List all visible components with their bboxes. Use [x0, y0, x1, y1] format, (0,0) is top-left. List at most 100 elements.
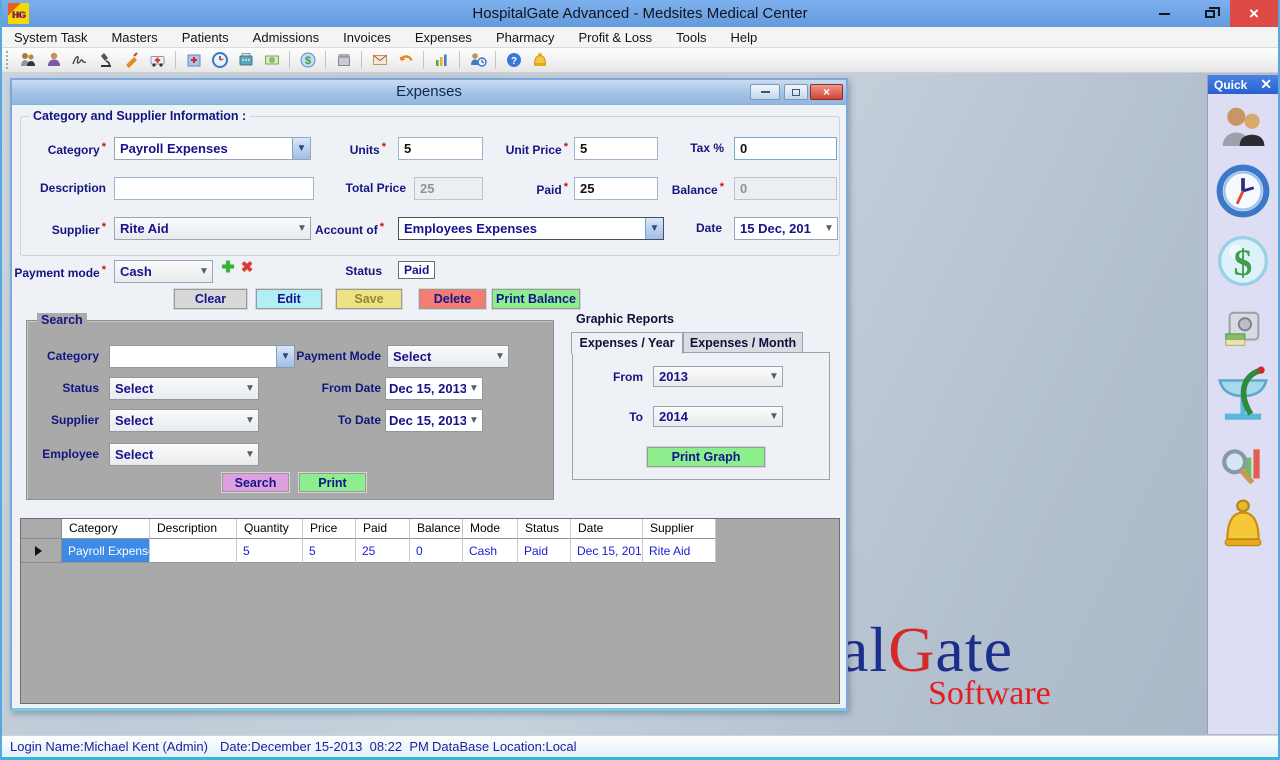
status-value: Paid [398, 261, 435, 279]
signature-icon[interactable] [69, 50, 90, 71]
injection-icon[interactable] [121, 50, 142, 71]
quick-close-icon[interactable]: ✕ [1260, 76, 1272, 93]
safe-icon[interactable] [1220, 307, 1266, 358]
fax-icon[interactable] [235, 50, 256, 71]
graph-to-combobox[interactable]: 2014▼ [653, 406, 783, 427]
medicine-box-icon[interactable] [333, 50, 354, 71]
row-selector-cell[interactable] [21, 539, 62, 563]
chevron-down-icon: ▼ [242, 415, 258, 426]
hospital-icon[interactable] [183, 50, 204, 71]
undo-icon[interactable] [395, 50, 416, 71]
search-from-date-combobox[interactable]: Dec 15, 2013▼ [385, 377, 483, 400]
patients-icon[interactable] [17, 50, 38, 71]
print-balance-button[interactable]: Print Balance [492, 289, 580, 309]
reports-icon[interactable] [1218, 441, 1268, 496]
mail-icon[interactable] [369, 50, 390, 71]
graph-from-combobox[interactable]: 2013▼ [653, 366, 783, 387]
chevron-down-icon: ▼ [292, 138, 310, 159]
bell-icon[interactable] [1216, 497, 1270, 560]
date-label: Date [672, 221, 722, 235]
schedule-icon[interactable] [467, 50, 488, 71]
patients-icon[interactable] [1216, 101, 1270, 160]
chevron-down-icon: ▼ [242, 449, 258, 460]
unit-price-label: Unit Price [494, 141, 568, 157]
menu-patients[interactable]: Patients [182, 30, 229, 45]
clock-icon[interactable] [209, 50, 230, 71]
save-button[interactable]: Save [336, 289, 402, 309]
total-price-label: Total Price [322, 181, 406, 195]
date-combobox[interactable]: 15 Dec, 201▼ [734, 217, 838, 240]
statusbar: Login Name:Michael Kent (Admin) Date:Dec… [2, 735, 1278, 760]
expenses-dialog: Expenses × Category and Supplier Informa… [10, 78, 848, 711]
paid-input[interactable] [574, 177, 658, 200]
chevron-down-icon: ▼ [645, 218, 663, 239]
menu-system-task[interactable]: System Task [14, 30, 87, 45]
menu-expenses[interactable]: Expenses [415, 30, 472, 45]
payment-mode-combobox[interactable]: Cash▼ [114, 260, 213, 283]
chevron-down-icon: ▼ [492, 351, 508, 362]
svg-text:$: $ [1234, 243, 1253, 284]
dialog-maximize-button[interactable] [784, 84, 808, 100]
tab-expenses-month[interactable]: Expenses / Month [683, 332, 803, 353]
tax-input[interactable] [734, 137, 837, 160]
chevron-down-icon: ▼ [294, 223, 310, 234]
payment-icon[interactable] [261, 50, 282, 71]
ambulance-icon[interactable] [147, 50, 168, 71]
add-payment-mode-icon[interactable]: ✚ [220, 260, 236, 276]
graphic-reports-title: Graphic Reports [576, 312, 674, 326]
help-icon[interactable]: ? [503, 50, 524, 71]
units-input[interactable] [398, 137, 483, 160]
search-category-combobox[interactable]: ▼ [109, 345, 295, 368]
category-combobox[interactable]: Payroll Expenses▼ [114, 137, 311, 160]
chart-icon[interactable] [431, 50, 452, 71]
search-to-date-combobox[interactable]: Dec 15, 2013▼ [385, 409, 483, 432]
balance-label: Balance [652, 181, 724, 197]
restore-button[interactable] [1192, 0, 1228, 27]
menu-pharmacy[interactable]: Pharmacy [496, 30, 555, 45]
toolbar: $ ? [2, 48, 1278, 73]
total-price-input [414, 177, 483, 200]
print-graph-button[interactable]: Print Graph [647, 447, 765, 467]
menu-invoices[interactable]: Invoices [343, 30, 391, 45]
menu-tools[interactable]: Tools [676, 30, 706, 45]
menu-admissions[interactable]: Admissions [253, 30, 319, 45]
grid-data-row[interactable]: Payroll Expenses 5 5 25 0 Cash Paid Dec … [21, 539, 839, 563]
search-employee-combobox[interactable]: Select▼ [109, 443, 259, 466]
clear-button[interactable]: Clear [174, 289, 247, 309]
delete-payment-mode-icon[interactable]: ✖ [239, 260, 255, 276]
microscope-icon[interactable] [95, 50, 116, 71]
payment-mode-label: Payment mode [14, 264, 106, 280]
search-button[interactable]: Search [222, 473, 289, 492]
dialog-title: Expenses [12, 80, 846, 104]
search-print-button[interactable]: Print [299, 473, 366, 492]
search-status-combobox[interactable]: Select▼ [109, 377, 259, 400]
quick-panel-title: Quick [1214, 78, 1247, 92]
billing-dollar-icon[interactable]: $ [1215, 233, 1271, 294]
chevron-down-icon: ▼ [242, 383, 258, 394]
delete-button[interactable]: Delete [419, 289, 486, 309]
menu-masters[interactable]: Masters [111, 30, 157, 45]
menu-help[interactable]: Help [731, 30, 758, 45]
bell-icon[interactable] [529, 50, 550, 71]
description-input[interactable] [114, 177, 314, 200]
dialog-minimize-button[interactable] [750, 84, 780, 100]
dialog-close-button[interactable]: × [810, 84, 843, 100]
svg-text:?: ? [510, 56, 516, 67]
status-label: Status [332, 264, 382, 278]
account-of-combobox[interactable]: Employees Expenses▼ [398, 217, 664, 240]
tab-expenses-year[interactable]: Expenses / Year [571, 332, 683, 354]
clock-icon[interactable] [1215, 163, 1271, 224]
dollar-icon[interactable]: $ [297, 50, 318, 71]
supplier-combobox[interactable]: Rite Aid▼ [114, 217, 311, 240]
minimize-button[interactable] [1148, 0, 1180, 27]
close-button[interactable]: × [1230, 0, 1278, 27]
edit-button[interactable]: Edit [256, 289, 322, 309]
search-supplier-combobox[interactable]: Select▼ [109, 409, 259, 432]
employee-icon[interactable] [43, 50, 64, 71]
search-payment-mode-label: Payment Mode [283, 349, 381, 363]
background-watermark: alGate Software [840, 613, 1051, 713]
search-payment-mode-combobox[interactable]: Select▼ [387, 345, 509, 368]
menu-profit-loss[interactable]: Profit & Loss [578, 30, 652, 45]
pharmacy-icon[interactable] [1212, 359, 1274, 438]
unit-price-input[interactable] [574, 137, 658, 160]
